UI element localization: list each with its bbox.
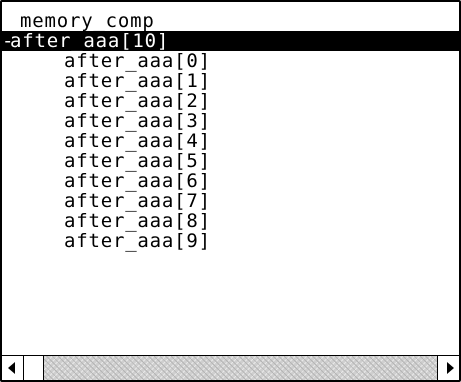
tree-leaf-node[interactable]: after_aaa[7] — [2, 191, 459, 211]
variable-tree-panel: memory_comp -after_aaa[10] after_aaa[0] … — [0, 0, 461, 382]
collapse-marker[interactable]: - — [2, 31, 13, 51]
tree-leaf-node[interactable]: after_aaa[1] — [2, 71, 459, 91]
arrow-left-icon — [8, 362, 15, 374]
scroll-left-button[interactable] — [2, 356, 24, 380]
variable-tree: memory_comp -after_aaa[10] after_aaa[0] … — [2, 11, 459, 251]
tree-leaf-node[interactable]: after_aaa[4] — [2, 131, 459, 151]
tree-root-node[interactable]: memory_comp — [2, 11, 459, 31]
tree-leaf-node[interactable]: after_aaa[6] — [2, 171, 459, 191]
tree-group-label: after_aaa[10] — [10, 30, 170, 52]
tree-leaf-node[interactable]: after_aaa[5] — [2, 151, 459, 171]
tree-leaf-node[interactable]: after_aaa[3] — [2, 111, 459, 131]
scrollbar-thumb[interactable] — [24, 356, 44, 380]
arrow-right-icon — [447, 362, 454, 374]
tree-group-node-selected[interactable]: -after_aaa[10] — [2, 31, 459, 51]
horizontal-scrollbar[interactable] — [2, 355, 459, 380]
tree-leaf-node[interactable]: after_aaa[9] — [2, 231, 459, 251]
scroll-right-button[interactable] — [437, 356, 459, 380]
tree-leaf-node[interactable]: after_aaa[2] — [2, 91, 459, 111]
tree-leaf-node[interactable]: after_aaa[0] — [2, 51, 459, 71]
tree-leaf-node[interactable]: after_aaa[8] — [2, 211, 459, 231]
